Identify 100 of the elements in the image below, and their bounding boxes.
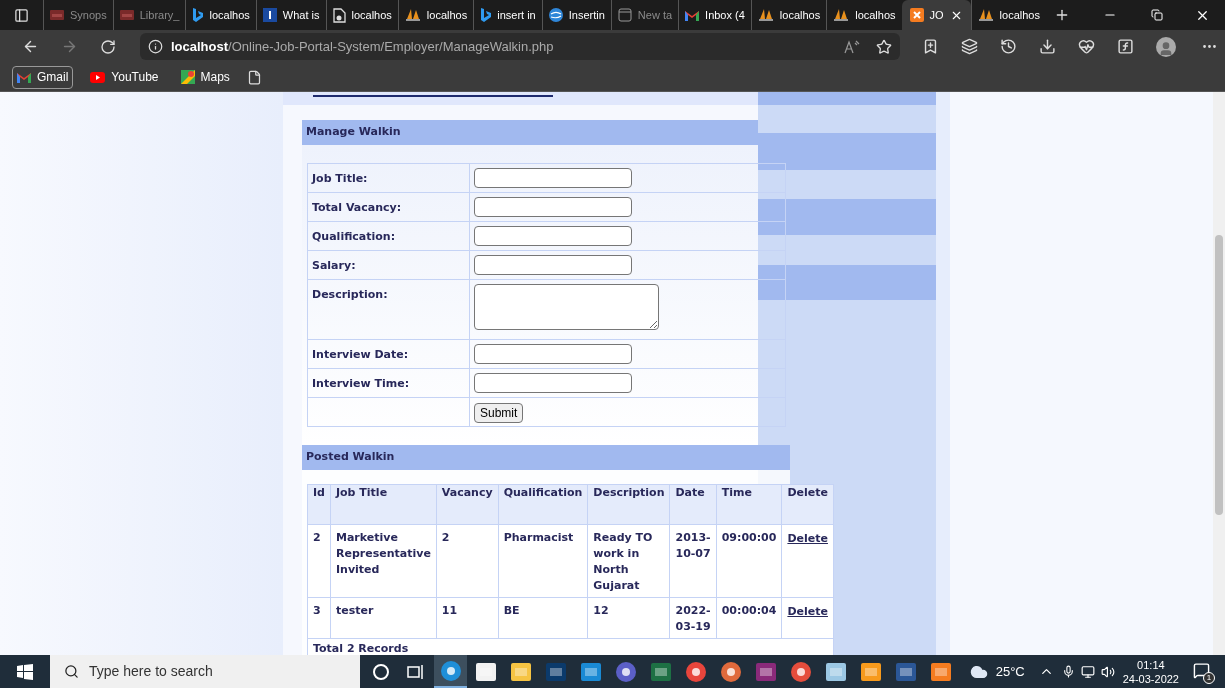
browser-tab[interactable]: JO	[901, 0, 971, 30]
section-header: Posted Walkin	[302, 445, 790, 470]
microphone-icon[interactable]	[1061, 665, 1075, 678]
clock[interactable]: 01:14 24-03-2022	[1122, 657, 1179, 686]
collections-icon[interactable]	[961, 38, 978, 55]
table-cell: 2013-10-07	[670, 524, 717, 598]
pdf-icon	[50, 9, 64, 21]
file-icon	[332, 7, 346, 23]
math-icon[interactable]	[1117, 38, 1134, 55]
table-cell: 12	[587, 597, 670, 639]
taskbar-button[interactable]	[434, 655, 467, 688]
column-header: Id	[307, 484, 331, 525]
refresh-icon[interactable]	[100, 38, 116, 55]
section-header: Manage Walkin	[302, 120, 758, 145]
temperature[interactable]: 25°C	[995, 661, 1025, 682]
column-header: Description	[587, 484, 670, 525]
table-cell: Pharmacist	[498, 524, 588, 598]
app-icon[interactable]	[439, 659, 462, 682]
table-cell: BE	[498, 597, 588, 639]
table-cell: Ready TO work in North Gujarat	[587, 524, 670, 598]
info-icon	[148, 39, 163, 54]
app-icon[interactable]	[474, 661, 497, 682]
app-icon[interactable]	[824, 661, 847, 682]
table-cell: 09:00:00	[716, 524, 782, 598]
table-cell: 11	[436, 597, 499, 639]
favorites-icon[interactable]	[922, 38, 939, 55]
column-header: Vacancy	[436, 484, 499, 525]
field-label: Interview Date:	[307, 339, 470, 369]
text-field[interactable]	[474, 255, 632, 275]
bing-icon	[480, 8, 492, 22]
favorite-add-icon[interactable]	[876, 38, 892, 55]
table-cell: 00:00:04	[716, 597, 782, 639]
submit-button[interactable]: Submit	[474, 403, 524, 423]
letter-icon	[262, 8, 277, 22]
text-field[interactable]	[474, 197, 632, 217]
field-label: Salary:	[307, 250, 470, 280]
address-bar[interactable]: localhost/Online-Job-Portal-System/Employer/ManageWalkin.php	[140, 33, 900, 60]
scrollbar[interactable]	[1213, 92, 1225, 655]
delete-link[interactable]: Delete	[787, 532, 828, 545]
read-aloud-icon[interactable]	[844, 39, 860, 54]
task-view-icon[interactable]	[406, 663, 425, 680]
xampp-icon	[909, 8, 924, 22]
column-header: Delete	[781, 484, 834, 525]
forward-icon[interactable]	[61, 38, 78, 55]
app-icon[interactable]	[859, 661, 882, 682]
app-icon[interactable]	[929, 661, 952, 682]
sails-icon	[833, 8, 850, 22]
field-label: Qualification:	[307, 221, 470, 251]
bing-icon	[192, 8, 204, 22]
restore-icon[interactable]	[1151, 9, 1163, 21]
notification-count: 1	[1203, 671, 1215, 684]
table-cell: tester	[330, 597, 437, 639]
download-icon[interactable]	[1039, 38, 1056, 55]
table-cell: 3	[307, 597, 331, 639]
field-label: Job Title:	[307, 163, 470, 193]
field-label: Description:	[307, 279, 470, 340]
newtab-icon	[617, 8, 632, 22]
app-icon[interactable]	[579, 661, 602, 682]
bookmark[interactable]: Gmail	[12, 65, 74, 89]
back-icon[interactable]	[22, 38, 39, 55]
heart-pulse-icon[interactable]	[1078, 38, 1095, 55]
text-field[interactable]	[474, 226, 632, 246]
youtube-icon	[90, 71, 106, 83]
app-icon[interactable]	[509, 661, 532, 682]
text-field[interactable]	[474, 344, 632, 364]
column-header: Qualification	[498, 484, 588, 525]
text-field[interactable]	[474, 168, 632, 188]
search-icon	[64, 664, 79, 679]
column-header: Date	[670, 484, 717, 525]
sails-icon	[757, 8, 774, 22]
map-icon	[180, 70, 195, 84]
volume-icon[interactable]	[1100, 664, 1115, 679]
file-icon[interactable]	[246, 69, 262, 85]
bookmark[interactable]: YouTube	[85, 65, 164, 89]
sails-icon	[977, 8, 994, 22]
url-path: /Online-Job-Portal-System/Employer/ManageWalkin.php	[228, 37, 554, 56]
table-cell: 2	[436, 524, 499, 598]
bookmark[interactable]: Maps	[175, 65, 235, 89]
table-cell: 2	[307, 524, 331, 598]
globe-icon	[548, 8, 563, 22]
text-field[interactable]	[474, 373, 632, 393]
column-header: Job Title	[330, 484, 437, 525]
history-icon[interactable]	[1000, 38, 1017, 55]
circle-icon[interactable]	[371, 662, 390, 681]
search-field[interactable]: Type here to search	[50, 655, 360, 688]
pdf-icon	[119, 9, 134, 21]
field-label: Interview Time:	[307, 368, 470, 398]
gmail-icon	[685, 9, 700, 21]
profile-avatar[interactable]	[1156, 36, 1176, 57]
url-host: localhost	[171, 37, 229, 56]
table-cell: 2022-03-19	[670, 597, 717, 639]
windows-icon[interactable]	[17, 663, 33, 680]
description-field[interactable]	[474, 284, 659, 330]
tab-actions-icon[interactable]	[14, 7, 29, 23]
gmail-icon	[17, 71, 31, 83]
column-header: Time	[716, 484, 782, 525]
network-icon[interactable]	[1080, 664, 1095, 679]
field-label: Total Vacancy:	[307, 192, 470, 222]
sails-icon	[404, 8, 421, 22]
table-cell: Marketive Representative Invited	[330, 524, 437, 598]
